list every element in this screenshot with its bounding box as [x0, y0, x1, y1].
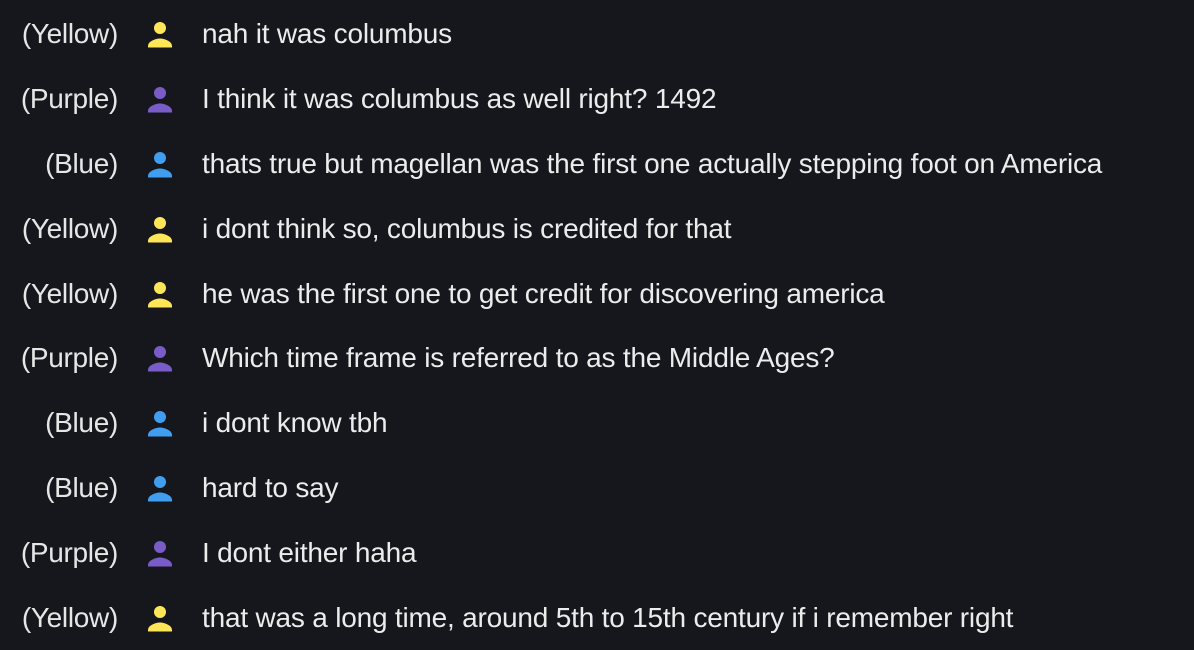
- speaker-label: (Blue): [45, 147, 118, 179]
- chat-message: (Blue) i dont know tbh: [0, 391, 1194, 456]
- speaker-label: (Yellow): [21, 601, 118, 633]
- person-icon: [148, 22, 172, 48]
- message-text: I dont either haha: [202, 536, 417, 568]
- speaker-label: (Blue): [45, 471, 118, 503]
- message-text: i dont think so, columbus is credited fo…: [202, 212, 732, 244]
- message-text: that was a long time, around 5th to 15th…: [202, 601, 1014, 633]
- person-icon: [148, 281, 172, 308]
- chat-message: (Purple) I think it was columbus as well…: [0, 67, 1194, 132]
- message-text: Which time frame is referred to as the M…: [202, 342, 835, 374]
- chat-message: (Yellow) nah it was columbus: [0, 2, 1194, 67]
- chat-message: (Purple) Which time frame is referred to…: [0, 326, 1194, 391]
- message-text: hard to say: [202, 471, 339, 503]
- person-icon: [148, 605, 172, 632]
- chat-log: (Yellow) nah it was columbus (Purple) I …: [0, 0, 1194, 641]
- speaker-label: (Yellow): [21, 277, 118, 309]
- chat-message: (Yellow) that was a long time, around 5t…: [0, 585, 1194, 650]
- chat-message: (Purple) I dont either haha: [0, 520, 1194, 585]
- message-text: nah it was columbus: [202, 18, 452, 50]
- message-text: I think it was columbus as well right? 1…: [202, 83, 717, 115]
- speaker-label: (Purple): [20, 342, 118, 374]
- speaker-label: (Yellow): [21, 18, 118, 50]
- person-icon: [148, 346, 172, 372]
- speaker-label: (Purple): [20, 536, 118, 568]
- chat-message: (Blue) thats true but magellan was the f…: [0, 132, 1194, 197]
- person-icon: [148, 216, 172, 243]
- message-text: i dont know tbh: [202, 407, 388, 439]
- message-text: thats true but magellan was the first on…: [202, 147, 1103, 179]
- chat-message: (Yellow) i dont think so, columbus is cr…: [0, 196, 1194, 261]
- speaker-label: (Blue): [45, 407, 118, 439]
- speaker-label: (Purple): [20, 83, 118, 115]
- person-icon: [148, 475, 172, 502]
- person-icon: [148, 540, 172, 567]
- chat-message: (Blue) hard to say: [0, 456, 1194, 521]
- person-icon: [148, 151, 172, 178]
- person-icon: [148, 87, 172, 113]
- chat-message: (Yellow) he was the first one to get cre…: [0, 261, 1194, 326]
- message-text: he was the first one to get credit for d…: [202, 277, 885, 309]
- person-icon: [148, 411, 172, 437]
- speaker-label: (Yellow): [21, 212, 118, 244]
